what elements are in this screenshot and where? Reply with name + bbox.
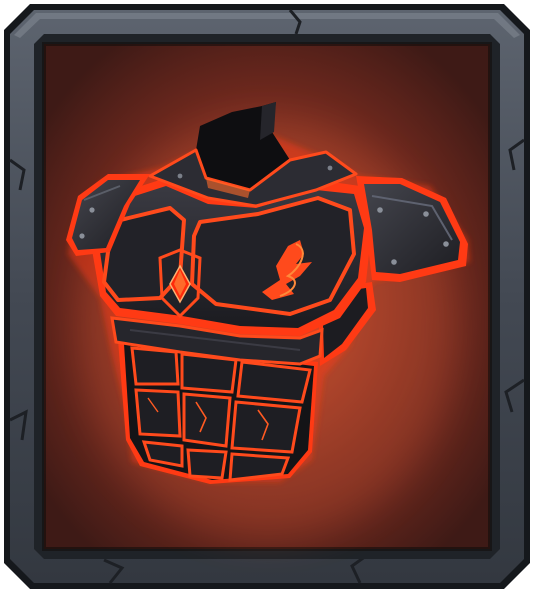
item-card[interactable] <box>0 0 534 593</box>
